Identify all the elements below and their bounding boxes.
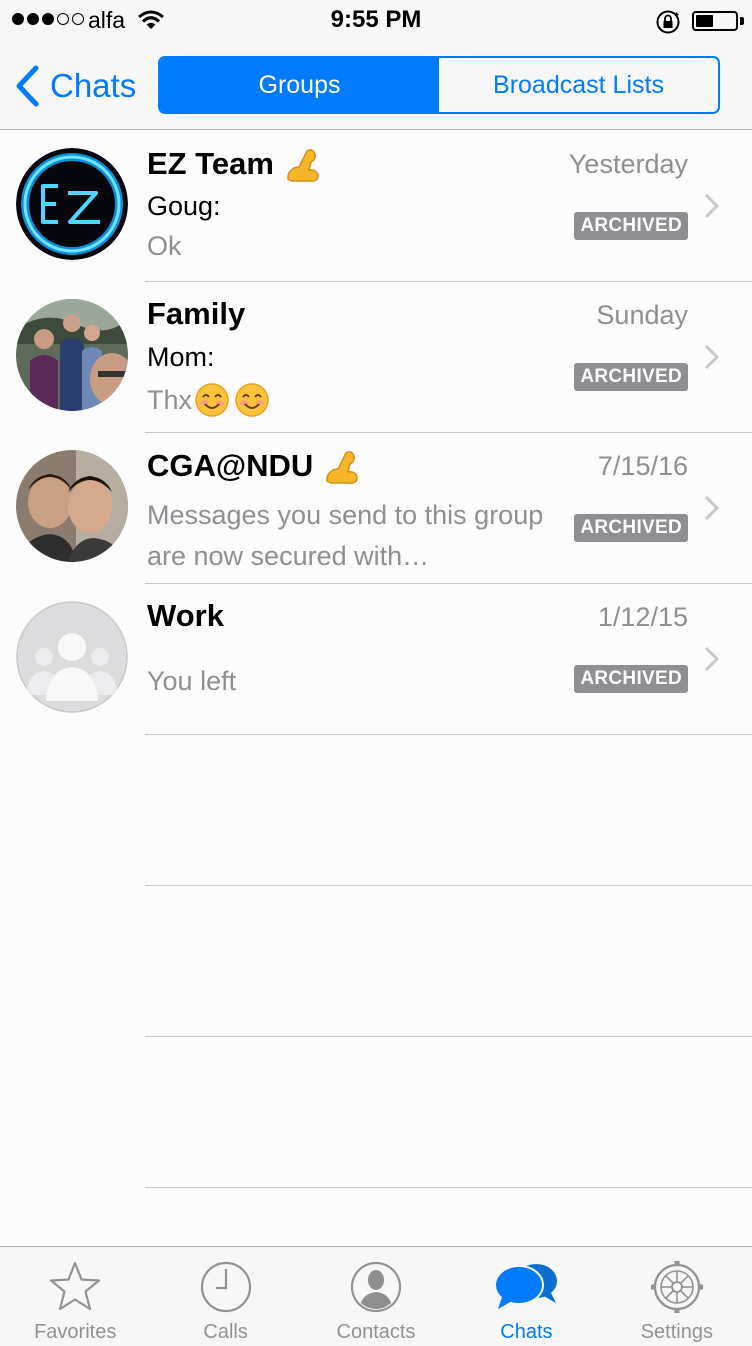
tab-bar: Favorites Calls Contacts Chats Settings: [0, 1246, 752, 1346]
archived-badge: ARCHIVED: [574, 665, 688, 693]
chat-row-family[interactable]: Family Sunday Mom: Thx ARCHIVED: [0, 282, 752, 433]
chat-name-text: CGA@NDU: [147, 448, 314, 483]
empty-row: [0, 886, 752, 1037]
archived-badge: ARCHIVED: [574, 212, 688, 240]
chat-list: EZ Team Yesterday Goug: Ok ARCHIVED Fami…: [0, 131, 752, 1188]
avatar: [16, 148, 128, 260]
chevron-right-icon: [704, 344, 720, 370]
chat-name: CGA@NDU: [147, 447, 361, 485]
chat-sender: Goug:: [147, 191, 221, 221]
chevron-right-icon: [704, 193, 720, 219]
chat-preview: Messages you send to this group are now …: [147, 500, 544, 571]
tab-chats[interactable]: Chats: [451, 1247, 601, 1346]
status-time: 9:55 PM: [330, 6, 422, 33]
person-icon: [350, 1261, 402, 1313]
tab-settings[interactable]: Settings: [602, 1247, 752, 1346]
smiling-face-icon: [195, 383, 229, 417]
chat-name-text: Work: [147, 598, 224, 633]
chat-name: Family: [147, 296, 245, 332]
star-icon: [50, 1261, 101, 1311]
gear-icon: [650, 1261, 703, 1313]
back-label: Chats: [50, 67, 137, 104]
rotation-lock-icon: [656, 10, 680, 34]
tab-label: Settings: [640, 1321, 713, 1343]
chevron-right-icon: [704, 646, 720, 672]
chat-date: 1/12/15: [597, 602, 688, 632]
chat-name-text: EZ Team: [147, 146, 274, 181]
tab-label: Chats: [500, 1321, 553, 1343]
flexed-biceps-icon: [287, 149, 319, 182]
segment-groups[interactable]: Groups: [160, 58, 439, 112]
battery-tip: [740, 17, 744, 25]
chat-date: 7/15/16: [597, 451, 688, 481]
tab-contacts[interactable]: Contacts: [301, 1247, 451, 1346]
clock-icon: [200, 1261, 251, 1313]
avatar: [16, 601, 128, 713]
segmented-control: Groups Broadcast Lists: [158, 56, 720, 114]
battery-icon: [692, 11, 738, 31]
chevron-right-icon: [704, 495, 720, 521]
chat-row-work[interactable]: Work 1/12/15 You left ARCHIVED: [0, 584, 752, 735]
tab-label: Contacts: [336, 1321, 416, 1343]
status-bar: alfa 9:55 PM: [0, 0, 752, 40]
chat-name: EZ Team: [147, 145, 322, 183]
chat-preview: Ok: [147, 231, 182, 261]
back-button[interactable]: Chats: [14, 62, 136, 110]
chevron-left-icon: [16, 65, 39, 107]
chat-preview: Thx: [147, 382, 270, 418]
empty-row: [0, 735, 752, 886]
flexed-biceps-icon: [326, 451, 359, 484]
chat-date: Yesterday: [568, 149, 688, 179]
chat-row-cga-ndu[interactable]: CGA@NDU 7/15/16 Messages you send to thi…: [0, 433, 752, 584]
chat-name: Work: [147, 598, 224, 634]
chat-row-ez-team[interactable]: EZ Team Yesterday Goug: Ok ARCHIVED: [0, 131, 752, 282]
archived-badge: ARCHIVED: [574, 363, 688, 391]
archived-badge: ARCHIVED: [574, 514, 688, 542]
segment-broadcast-lists[interactable]: Broadcast Lists: [439, 58, 718, 112]
tab-label: Calls: [203, 1321, 248, 1343]
smiling-face-icon: [235, 383, 269, 417]
avatar: [16, 450, 128, 562]
empty-row: [0, 1037, 752, 1188]
navigation-bar: Chats Groups Broadcast Lists: [0, 40, 752, 130]
chat-sender: Mom:: [147, 342, 215, 372]
avatar: [16, 299, 128, 411]
chat-date: Sunday: [596, 300, 688, 330]
chat-preview: You left: [147, 666, 237, 696]
tab-favorites[interactable]: Favorites: [0, 1247, 150, 1346]
chat-preview-text: Thx: [147, 384, 193, 415]
tab-calls[interactable]: Calls: [150, 1247, 300, 1346]
chat-name-text: Family: [147, 296, 246, 331]
tab-label: Favorites: [34, 1321, 117, 1343]
chat-bubbles-icon: [494, 1264, 558, 1309]
